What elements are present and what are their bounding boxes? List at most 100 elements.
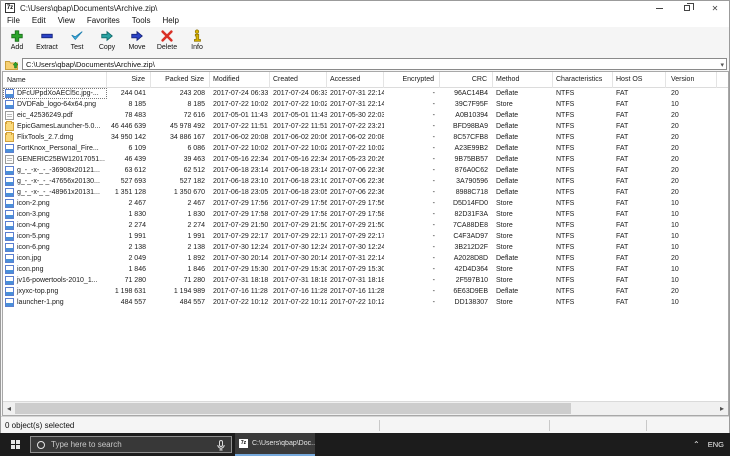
close-button[interactable]: ✕	[701, 1, 729, 15]
file-name-cell[interactable]: g_-_-x-_-_-36908x20121...	[3, 165, 107, 176]
table-row[interactable]: g_-_-x-_-_-47656x20130... 527 693 527 18…	[3, 176, 728, 187]
file-modified-cell: 2017-06-02 20:08	[210, 132, 270, 143]
file-name-cell[interactable]: g_-_-x-_-_-47656x20130...	[3, 176, 107, 187]
table-row[interactable]: g_-_-x-_-_-48961x20131... 1 351 128 1 35…	[3, 187, 728, 198]
file-crc-cell: 3A790596	[440, 176, 493, 187]
table-row[interactable]: jxyxc-top.png 1 198 631 1 194 989 2017-0…	[3, 286, 728, 297]
test-button[interactable]: Test	[62, 27, 92, 56]
move-button[interactable]: Move	[122, 27, 152, 56]
scroll-right-icon[interactable]: ▸	[716, 402, 728, 415]
parent-folder-button[interactable]	[4, 58, 19, 70]
delete-button[interactable]: Delete	[152, 27, 182, 56]
file-name-cell[interactable]: eic_42536249.pdf	[3, 110, 107, 121]
column-header-crc[interactable]: CRC	[440, 72, 493, 88]
address-combobox[interactable]: C:\Users\qbap\Documents\Archive.zip\ ▾	[22, 58, 727, 70]
table-row[interactable]: icon-3.png 1 830 1 830 2017-07-29 17:58 …	[3, 209, 728, 220]
file-name-cell[interactable]: g_-_-x-_-_-48961x20131...	[3, 187, 107, 198]
table-row[interactable]: launcher-1.png 484 557 484 557 2017-07-2…	[3, 297, 728, 308]
table-row[interactable]: icon-4.png 2 274 2 274 2017-07-29 21:50 …	[3, 220, 728, 231]
column-header-accessed[interactable]: Accessed	[327, 72, 384, 88]
file-name-cell[interactable]: icon.png	[3, 264, 107, 275]
menu-help[interactable]: Help	[156, 15, 184, 27]
table-row[interactable]: FlixTools_2.7.dmg 34 950 142 34 886 167 …	[3, 132, 728, 143]
tool-label: Move	[128, 44, 145, 51]
file-name-cell[interactable]: jv16-powertools-2010_1...	[3, 275, 107, 286]
extract-button[interactable]: Extract	[32, 27, 62, 56]
column-header-name[interactable]: Name	[3, 72, 107, 88]
file-name-cell[interactable]: icon.jpg	[3, 253, 107, 264]
file-name-cell[interactable]: DVDFab_logo-64x64.png	[3, 99, 107, 110]
column-header-host-os[interactable]: Host OS	[613, 72, 666, 88]
table-row[interactable]: g_-_-x-_-_-36908x20121... 63 612 62 512 …	[3, 165, 728, 176]
minimize-button[interactable]	[645, 1, 673, 15]
menu-file[interactable]: File	[1, 15, 26, 27]
taskbar-app-7zip[interactable]: 7z C:\Users\qbap\Doc...	[235, 433, 315, 456]
menu-favorites[interactable]: Favorites	[81, 15, 126, 27]
info-button[interactable]: Info	[182, 27, 212, 56]
file-type-icon	[5, 155, 14, 164]
file-modified-cell: 2017-07-22 10:02	[210, 99, 270, 110]
start-button[interactable]	[0, 433, 30, 456]
file-name-cell[interactable]: FortKnox_Personal_Fire...	[3, 143, 107, 154]
menu-tools[interactable]: Tools	[126, 15, 157, 27]
add-button[interactable]: Add	[2, 27, 32, 56]
scroll-left-icon[interactable]: ◂	[3, 402, 15, 415]
table-row[interactable]: FortKnox_Personal_Fire... 6 109 6 086 20…	[3, 143, 728, 154]
table-row[interactable]: GENERIC25BW12017051... 46 439 39 463 201…	[3, 154, 728, 165]
horizontal-scrollbar[interactable]: ◂ ▸	[3, 401, 728, 415]
file-characteristics-cell: NTFS	[553, 220, 613, 231]
table-row[interactable]: icon-5.png 1 991 1 991 2017-07-29 22:17 …	[3, 231, 728, 242]
table-row[interactable]: jv16-powertools-2010_1... 71 280 71 280 …	[3, 275, 728, 286]
table-row[interactable]: DFcUPpdXoAECl5c.jpg-... 244 041 243 208 …	[3, 88, 728, 99]
file-name-cell[interactable]: icon-5.png	[3, 231, 107, 242]
column-header-created[interactable]: Created	[270, 72, 327, 88]
restore-icon	[684, 5, 690, 11]
file-encrypted-cell: -	[384, 253, 440, 264]
titlebar[interactable]: 7z C:\Users\qbap\Documents\Archive.zip\ …	[1, 1, 729, 15]
table-row[interactable]: icon.png 1 846 1 846 2017-07-29 15:30 20…	[3, 264, 728, 275]
table-row[interactable]: icon.jpg 2 049 1 892 2017-07-30 20:14 20…	[3, 253, 728, 264]
file-accessed-cell: 2017-07-16 11:28	[327, 286, 384, 297]
tray-chevron-icon[interactable]: ⌃	[693, 440, 700, 449]
file-modified-cell: 2017-05-01 11:43	[210, 110, 270, 121]
file-name-cell[interactable]: GENERIC25BW12017051...	[3, 154, 107, 165]
microphone-icon[interactable]	[217, 440, 225, 451]
file-name-cell[interactable]: icon-4.png	[3, 220, 107, 231]
column-header-version[interactable]: Version	[666, 72, 717, 88]
file-name-cell[interactable]: icon-3.png	[3, 209, 107, 220]
scrollbar-thumb[interactable]	[15, 403, 571, 414]
table-row[interactable]: icon-2.png 2 467 2 467 2017-07-29 17:56 …	[3, 198, 728, 209]
file-created-cell: 2017-06-18 23:05	[270, 187, 327, 198]
column-header-modified[interactable]: Modified	[210, 72, 270, 88]
table-row[interactable]: EpicGamesLauncher-5.0... 46 446 639 45 9…	[3, 121, 728, 132]
file-name-cell[interactable]: jxyxc-top.png	[3, 286, 107, 297]
restore-button[interactable]	[673, 1, 701, 15]
file-name-cell[interactable]: launcher-1.png	[3, 297, 107, 308]
column-header-size[interactable]: Size	[107, 72, 151, 88]
file-host-os-cell: FAT	[613, 132, 666, 143]
taskbar-search-input[interactable]: Type here to search	[30, 436, 232, 453]
column-header-packed-size[interactable]: Packed Size	[151, 72, 210, 88]
file-name-cell[interactable]: icon-2.png	[3, 198, 107, 209]
table-row[interactable]: icon-6.png 2 138 2 138 2017-07-30 12:24 …	[3, 242, 728, 253]
file-name-cell[interactable]: FlixTools_2.7.dmg	[3, 132, 107, 143]
menu-edit[interactable]: Edit	[26, 15, 52, 27]
table-row[interactable]: eic_42536249.pdf 78 483 72 616 2017-05-0…	[3, 110, 728, 121]
file-version-cell: 20	[666, 110, 717, 121]
copy-button[interactable]: Copy	[92, 27, 122, 56]
column-header-characteristics[interactable]: Characteristics	[553, 72, 613, 88]
file-characteristics-cell: NTFS	[553, 286, 613, 297]
column-header-method[interactable]: Method	[493, 72, 553, 88]
file-characteristics-cell: NTFS	[553, 176, 613, 187]
column-header-encrypted[interactable]: Encrypted	[384, 72, 440, 88]
file-host-os-cell: FAT	[613, 154, 666, 165]
file-name-cell[interactable]: EpicGamesLauncher-5.0...	[3, 121, 107, 132]
file-name-cell[interactable]: DFcUPpdXoAECl5c.jpg-...	[3, 88, 107, 99]
table-row[interactable]: DVDFab_logo-64x64.png 8 185 8 185 2017-0…	[3, 99, 728, 110]
file-type-icon	[5, 276, 14, 285]
language-indicator[interactable]: ENG	[708, 440, 724, 449]
chevron-down-icon[interactable]: ▾	[720, 61, 724, 69]
menu-view[interactable]: View	[52, 15, 81, 27]
file-encrypted-cell: -	[384, 143, 440, 154]
file-name-cell[interactable]: icon-6.png	[3, 242, 107, 253]
